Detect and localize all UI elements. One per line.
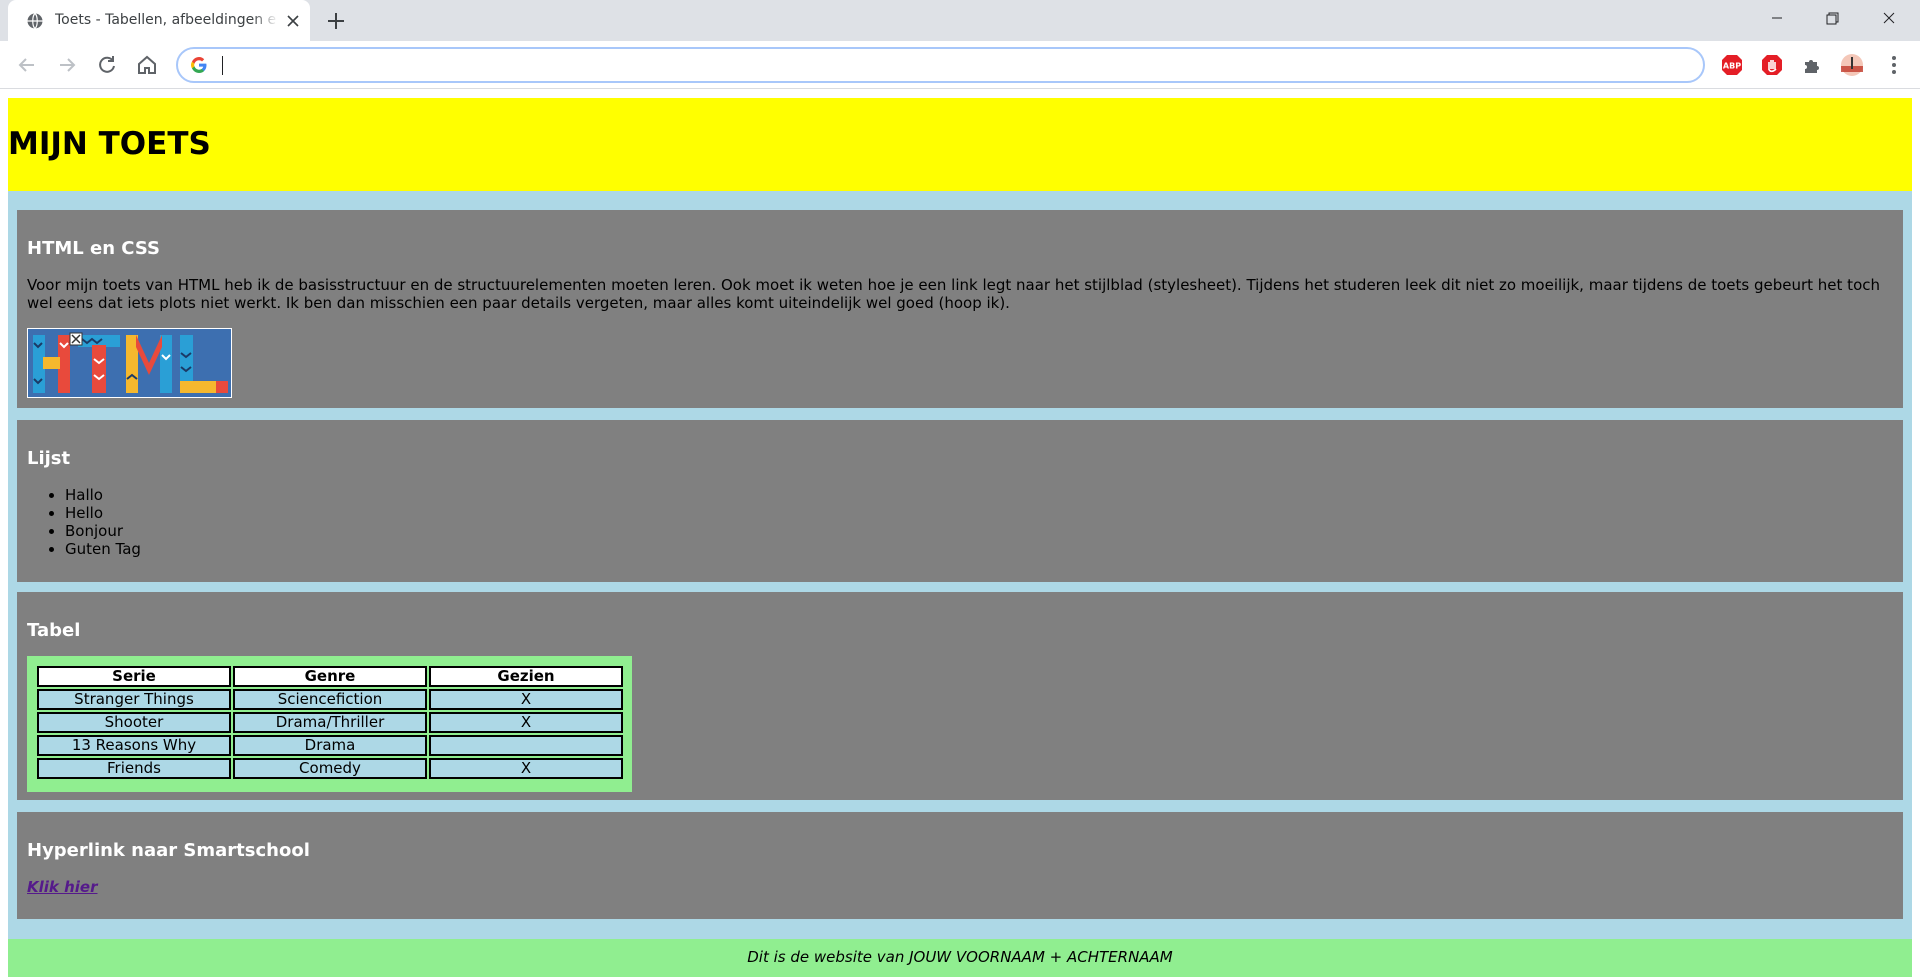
table-cell: Friends [37, 758, 231, 779]
html-logo-graphic [28, 329, 231, 397]
table-cell: X [429, 758, 623, 779]
table-cell: Stranger Things [37, 689, 231, 710]
home-icon[interactable] [135, 53, 159, 77]
table-cell: Drama [233, 735, 427, 756]
reload-icon[interactable] [95, 53, 119, 77]
plus-icon[interactable] [325, 10, 347, 32]
google-g-icon [191, 57, 207, 73]
adblock-plus-icon[interactable]: ABP [1720, 53, 1744, 77]
list-item: Guten Tag [65, 540, 141, 558]
table-row: Shooter Drama/Thriller X [37, 712, 623, 733]
address-input[interactable] [224, 54, 1624, 76]
tab-strip: Toets - Tabellen, afbeeldingen en lijste… [0, 0, 1920, 41]
column-header: Serie [37, 666, 231, 687]
table-cell: X [429, 689, 623, 710]
back-arrow-icon[interactable] [15, 53, 39, 77]
section-lijst: Lijst Hallo Hello Bonjour Guten Tag [17, 420, 1903, 582]
table-header-row: Serie Genre Gezien [37, 666, 623, 687]
tab-title-fade [252, 8, 278, 32]
section-text: Voor mijn toets van HTML heb ik de basis… [27, 276, 1880, 312]
window-close-icon[interactable] [1866, 0, 1912, 41]
section-html-css: HTML en CSS Voor mijn toets van HTML heb… [17, 210, 1903, 408]
table-row: Friends Comedy X [37, 758, 623, 779]
list-item: Bonjour [65, 522, 141, 540]
address-bar[interactable] [176, 47, 1705, 83]
table-cell: Comedy [233, 758, 427, 779]
list-item: Hello [65, 504, 141, 522]
section-hyperlink: Hyperlink naar Smartschool Klik hier [17, 812, 1903, 919]
section-heading: Lijst [27, 448, 71, 469]
section-heading: HTML en CSS [27, 238, 160, 259]
column-header: Gezien [429, 666, 623, 687]
table-container: Serie Genre Gezien Stranger Things Scien… [27, 656, 632, 792]
table-cell [429, 735, 623, 756]
footer-text: Dit is de website van JOUW VOORNAAM + AC… [747, 948, 1173, 966]
table-cell: X [429, 712, 623, 733]
svg-text:ABP: ABP [1723, 62, 1741, 71]
profile-avatar-icon[interactable] [1840, 53, 1864, 77]
globe-icon [27, 13, 43, 29]
section-heading: Tabel [27, 620, 81, 641]
tab-title: Toets - Tabellen, afbeeldingen en lijste… [55, 12, 277, 28]
greeting-list: Hallo Hello Bonjour Guten Tag [65, 486, 141, 558]
page-footer: Dit is de website van JOUW VOORNAAM + AC… [8, 939, 1912, 977]
html-logo-image [27, 328, 232, 398]
browser-toolbar: ABP [0, 41, 1920, 89]
restore-icon[interactable] [1810, 0, 1856, 41]
list-item: Hallo [65, 486, 141, 504]
smartschool-link[interactable]: Klik hier [27, 878, 98, 896]
puzzle-icon[interactable] [1800, 53, 1824, 77]
page-viewport: MIJN TOETS HTML en CSS Voor mijn toets v… [0, 90, 1920, 977]
text-caret [222, 56, 223, 75]
close-icon[interactable] [284, 12, 302, 30]
table-cell: Sciencefiction [233, 689, 427, 710]
table-row: 13 Reasons Why Drama [37, 735, 623, 756]
section-tabel: Tabel Serie Genre Gezien Stranger Things… [17, 592, 1903, 800]
page-body: MIJN TOETS HTML en CSS Voor mijn toets v… [8, 98, 1912, 977]
table-cell: 13 Reasons Why [37, 735, 231, 756]
section-heading: Hyperlink naar Smartschool [27, 840, 310, 861]
minimize-icon[interactable] [1754, 0, 1800, 41]
forward-arrow-icon[interactable] [55, 53, 79, 77]
table-row: Stranger Things Sciencefiction X [37, 689, 623, 710]
series-table: Serie Genre Gezien Stranger Things Scien… [35, 664, 625, 781]
table-cell: Drama/Thriller [233, 712, 427, 733]
stop-hand-icon[interactable] [1760, 53, 1784, 77]
column-header: Genre [233, 666, 427, 687]
table-cell: Shooter [37, 712, 231, 733]
page-title: MIJN TOETS [8, 126, 211, 162]
kebab-menu-icon[interactable] [1882, 53, 1906, 77]
browser-tab[interactable]: Toets - Tabellen, afbeeldingen en lijste… [8, 0, 310, 41]
page-header: MIJN TOETS [8, 98, 1912, 191]
